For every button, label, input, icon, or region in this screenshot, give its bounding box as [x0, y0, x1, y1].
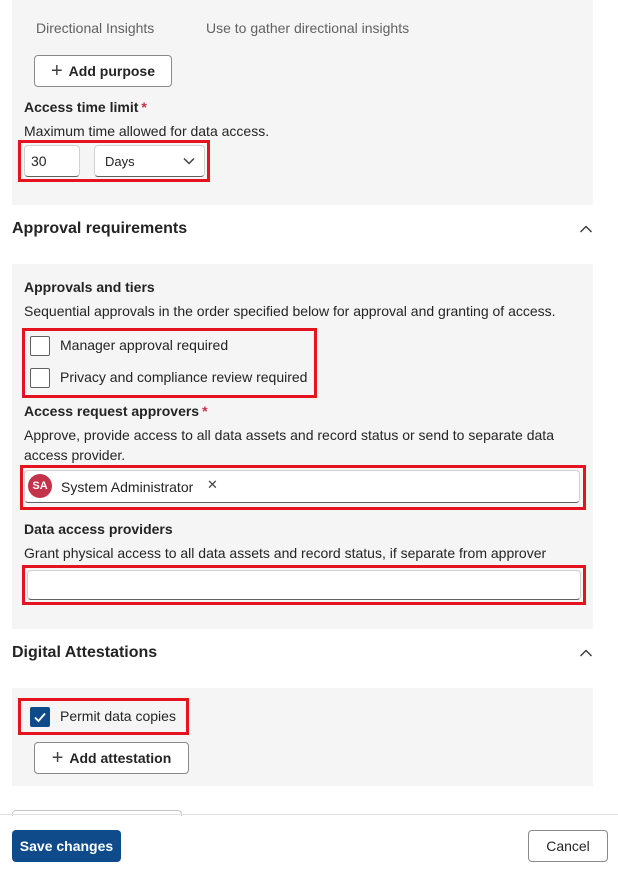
add-purpose-button[interactable]: + Add purpose	[34, 55, 172, 87]
access-time-value-input[interactable]: 30	[24, 145, 80, 177]
add-purpose-label: Add purpose	[68, 63, 156, 79]
add-attestation-label: Add attestation	[69, 750, 172, 766]
purpose-description: Use to gather directional insights	[206, 20, 410, 36]
approval-section-title: Approval requirements	[12, 220, 188, 237]
chevron-up-icon[interactable]	[579, 646, 593, 660]
unit-selected-value: Days	[105, 153, 135, 169]
save-changes-button[interactable]: Save changes	[12, 830, 121, 862]
plus-icon: +	[51, 747, 64, 769]
save-changes-label: Save changes	[19, 838, 114, 854]
required-marker: *	[141, 99, 147, 115]
providers-input[interactable]	[27, 570, 581, 600]
checkmark-icon	[34, 712, 46, 723]
chevron-up-icon[interactable]	[579, 222, 593, 236]
dismiss-icon[interactable]: ✕	[207, 477, 218, 493]
approvers-description-line2: access provider.	[24, 447, 126, 463]
access-time-label: Access time limit *	[24, 99, 147, 115]
scrolled-content-edge	[12, 810, 182, 816]
approver-name: System Administrator	[61, 479, 194, 495]
manager-approval-label: Manager approval required	[60, 337, 229, 353]
avatar: SA	[28, 474, 52, 498]
access-time-unit-select[interactable]: Days	[94, 145, 205, 177]
approvers-label: Access request approvers *	[24, 403, 208, 419]
permit-copies-checkbox[interactable]	[30, 707, 50, 727]
permit-copies-label: Permit data copies	[60, 708, 176, 724]
cancel-label: Cancel	[546, 838, 590, 854]
add-attestation-button[interactable]: + Add attestation	[34, 742, 189, 774]
chevron-down-icon	[183, 157, 195, 165]
purpose-name: Directional Insights	[36, 20, 155, 36]
manager-approval-checkbox[interactable]	[30, 336, 50, 356]
plus-icon: +	[50, 60, 63, 82]
required-marker: *	[202, 403, 208, 419]
approvals-tiers-label: Approvals and tiers	[24, 279, 155, 295]
footer-divider	[0, 814, 618, 815]
attestations-section-title: Digital Attestations	[12, 644, 158, 661]
approvers-description-line1: Approve, provide access to all data asse…	[24, 427, 554, 443]
providers-description: Grant physical access to all data assets…	[24, 545, 547, 561]
access-time-description: Maximum time allowed for data access.	[24, 123, 270, 139]
cancel-button[interactable]: Cancel	[528, 830, 608, 862]
privacy-review-checkbox[interactable]	[30, 368, 50, 388]
approvals-tiers-description: Sequential approvals in the order specif…	[24, 303, 556, 319]
providers-label: Data access providers	[24, 521, 173, 537]
privacy-review-label: Privacy and compliance review required	[60, 369, 308, 385]
